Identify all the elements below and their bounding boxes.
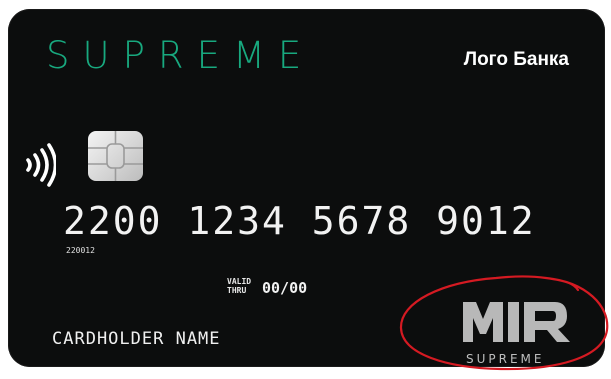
contactless-icon <box>26 143 56 187</box>
valid-thru-label-line-2: THRU <box>227 286 247 295</box>
screenshot-canvas: SUPREME Лого Банка 2200 1234 5678 9012 2… <box>0 0 611 379</box>
bank-logo-text: Лого Банка <box>463 49 569 70</box>
mir-logo-icon <box>463 302 570 342</box>
valid-thru-label: VALID THRU <box>227 277 257 295</box>
valid-thru-label-line-1: VALID <box>227 277 252 286</box>
card-brand-title: SUPREME <box>46 34 315 77</box>
cardholder-name: CARDHOLDER NAME <box>52 329 221 349</box>
card-number: 2200 1234 5678 9012 <box>63 199 536 243</box>
card-bin: 220012 <box>66 246 95 255</box>
valid-thru-date: 00/00 <box>262 279 308 297</box>
chip-icon <box>88 131 143 181</box>
mir-tier-label: SUPREME <box>466 352 545 366</box>
bank-card: SUPREME Лого Банка 2200 1234 5678 9012 2… <box>8 9 605 367</box>
